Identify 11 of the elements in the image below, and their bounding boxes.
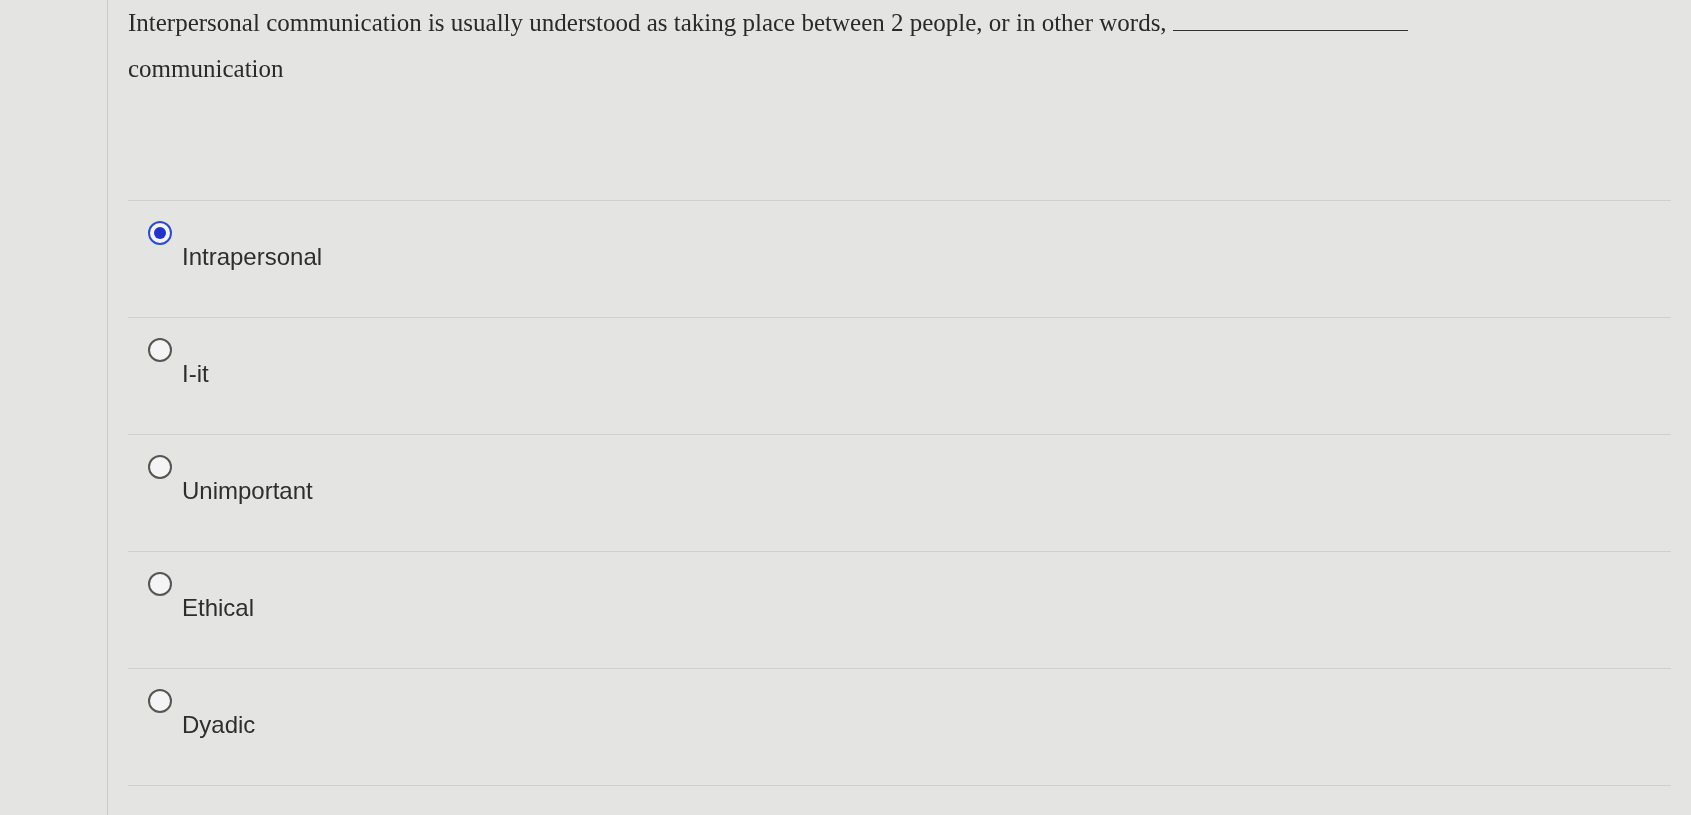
radio-button[interactable] <box>148 572 172 596</box>
radio-button[interactable] <box>148 455 172 479</box>
option-label[interactable]: Ethical <box>182 590 255 626</box>
option-label[interactable]: Intrapersonal <box>182 239 323 275</box>
question-text: Interpersonal communication is usually understood as taking place between 2 people, or in other words, communication <box>128 0 1671 92</box>
option-label[interactable]: I-it <box>182 356 209 392</box>
option-label[interactable]: Unimportant <box>182 473 313 509</box>
radio-button[interactable] <box>148 689 172 713</box>
option-label[interactable]: Dyadic <box>182 707 256 743</box>
radio-button[interactable] <box>148 221 172 245</box>
radio-button[interactable] <box>148 338 172 362</box>
